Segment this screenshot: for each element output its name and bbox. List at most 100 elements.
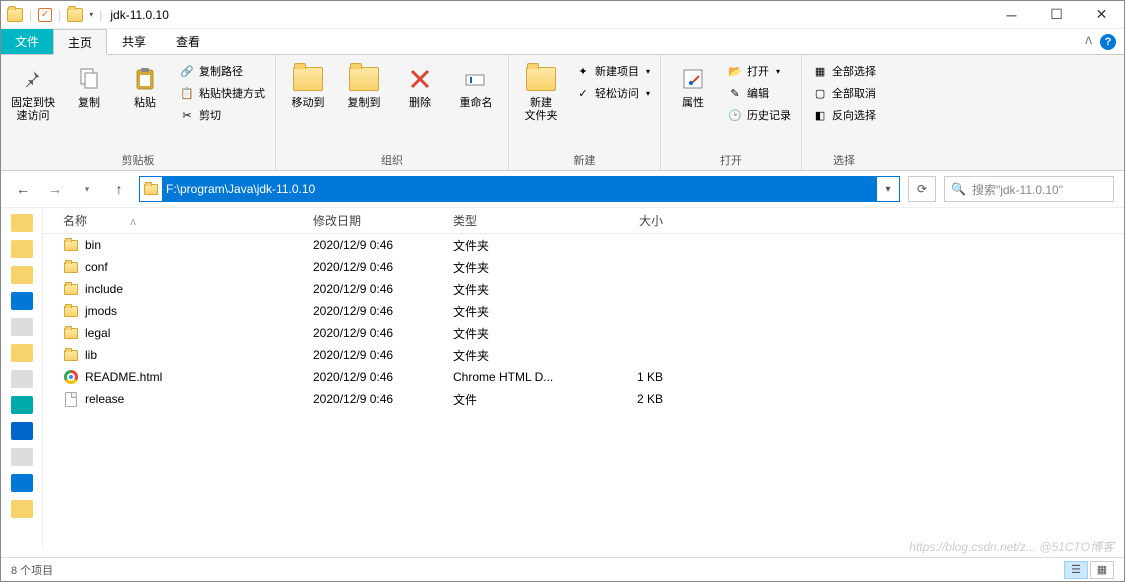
chrome-icon (64, 370, 78, 384)
selectall-label: 全部选择 (832, 63, 876, 79)
edit-icon: ✎ (727, 85, 743, 101)
file-type: 文件夹 (443, 281, 583, 298)
properties-button[interactable]: 属性 (667, 59, 719, 110)
copy-label: 复制 (78, 97, 100, 110)
file-type: Chrome HTML D... (443, 370, 583, 384)
details-view-button[interactable]: ☰ (1064, 561, 1088, 579)
quick-access-checked-icon[interactable]: ✓ (38, 8, 52, 22)
history-label: 历史记录 (747, 107, 791, 123)
file-row[interactable]: legal2020/12/9 0:46文件夹 (43, 322, 1124, 344)
file-name: README.html (85, 370, 162, 384)
paste-icon (129, 63, 161, 95)
group-clipboard-label: 剪贴板 (7, 150, 269, 168)
search-icon: 🔍 (951, 182, 966, 196)
moveto-button[interactable]: 移动到 (282, 59, 334, 110)
delete-label: 删除 (409, 97, 431, 110)
address-input[interactable] (162, 177, 877, 201)
tab-share[interactable]: 共享 (107, 29, 161, 54)
tab-view[interactable]: 查看 (161, 29, 215, 54)
cut-button[interactable]: ✂剪切 (175, 105, 269, 125)
file-row[interactable]: conf2020/12/9 0:46文件夹 (43, 256, 1124, 278)
copyto-button[interactable]: 复制到 (338, 59, 390, 110)
up-button[interactable]: ↑ (107, 177, 131, 201)
col-date[interactable]: 修改日期 (303, 212, 443, 229)
copyto-label: 复制到 (348, 97, 381, 110)
col-type[interactable]: 类型 (443, 212, 583, 229)
file-date: 2020/12/9 0:46 (303, 348, 443, 362)
file-row[interactable]: release2020/12/9 0:46文件2 KB (43, 388, 1124, 410)
folder-icon (64, 350, 78, 361)
shortcut-icon: 📋 (179, 85, 195, 101)
pasteshortcut-button[interactable]: 📋粘贴快捷方式 (175, 83, 269, 103)
file-row[interactable]: include2020/12/9 0:46文件夹 (43, 278, 1124, 300)
rename-button[interactable]: 重命名 (450, 59, 502, 110)
file-date: 2020/12/9 0:46 (303, 238, 443, 252)
window-title: jdk-11.0.10 (110, 8, 168, 22)
file-date: 2020/12/9 0:46 (303, 370, 443, 384)
tab-home[interactable]: 主页 (53, 29, 107, 55)
group-open-label: 打开 (667, 150, 795, 168)
forward-button[interactable]: → (43, 177, 67, 201)
file-list[interactable]: 名称 ᐱ 修改日期 类型 大小 bin2020/12/9 0:46文件夹conf… (43, 208, 1124, 547)
rename-label: 重命名 (460, 97, 493, 110)
delete-button[interactable]: 删除 (394, 59, 446, 110)
icons-view-button[interactable]: ▦ (1090, 561, 1114, 579)
selectnone-icon: ▢ (812, 85, 828, 101)
open-icon: 📂 (727, 63, 743, 79)
newfolder-button[interactable]: 新建 文件夹 (515, 59, 567, 123)
file-row[interactable]: README.html 2020/12/9 0:46Chrome HTML D..… (43, 366, 1124, 388)
ribbon-collapse-icon[interactable]: ᐱ (1085, 36, 1092, 47)
minimize-button[interactable]: ─ (989, 1, 1034, 29)
easyaccess-label: 轻松访问 (595, 85, 639, 101)
invert-label: 反向选择 (832, 107, 876, 123)
help-icon[interactable]: ? (1100, 34, 1116, 50)
sidebar-collapsed[interactable] (1, 208, 43, 547)
selectnone-button[interactable]: ▢全部取消 (808, 83, 880, 103)
file-type: 文件夹 (443, 237, 583, 254)
navbar: ← → ▾ ↑ ▾ ⟳ 🔍 搜索"jdk-11.0.10" (1, 171, 1124, 207)
newfolder-label: 新建 文件夹 (525, 97, 558, 123)
folder-icon[interactable] (67, 8, 83, 22)
copy-button[interactable]: 复制 (63, 59, 115, 110)
history-button[interactable]: 🕑历史记录 (723, 105, 795, 125)
paste-button[interactable]: 粘贴 (119, 59, 171, 110)
file-type: 文件夹 (443, 259, 583, 276)
address-bar[interactable]: ▾ (139, 176, 900, 202)
newitem-button[interactable]: ✦新建项目▾ (571, 61, 654, 81)
pin-button[interactable]: 固定到快 速访问 (7, 59, 59, 123)
file-menu[interactable]: 文件 (1, 29, 53, 54)
selectall-button[interactable]: ▦全部选择 (808, 61, 880, 81)
easyaccess-icon: ✓ (575, 85, 591, 101)
chevron-down-icon[interactable]: ▾ (89, 10, 93, 19)
col-name[interactable]: 名称 ᐱ (43, 212, 303, 229)
cut-label: 剪切 (199, 107, 221, 123)
group-select-label: 选择 (808, 150, 880, 168)
close-button[interactable]: ✕ (1079, 1, 1124, 29)
file-name: legal (85, 326, 110, 340)
invert-icon: ◧ (812, 107, 828, 123)
rename-icon (460, 63, 492, 95)
file-row[interactable]: lib2020/12/9 0:46文件夹 (43, 344, 1124, 366)
search-box[interactable]: 🔍 搜索"jdk-11.0.10" (944, 176, 1114, 202)
selectnone-label: 全部取消 (832, 85, 876, 101)
file-row[interactable]: bin2020/12/9 0:46文件夹 (43, 234, 1124, 256)
back-button[interactable]: ← (11, 177, 35, 201)
maximize-button[interactable]: ☐ (1034, 1, 1079, 29)
copy-icon (73, 63, 105, 95)
edit-button[interactable]: ✎编辑 (723, 83, 795, 103)
col-size[interactable]: 大小 (583, 212, 683, 229)
column-headers[interactable]: 名称 ᐱ 修改日期 类型 大小 (43, 208, 1124, 234)
address-dropdown-icon[interactable]: ▾ (877, 184, 899, 195)
newitem-label: 新建项目 (595, 63, 639, 79)
easyaccess-button[interactable]: ✓轻松访问▾ (571, 83, 654, 103)
recent-dropdown[interactable]: ▾ (75, 177, 99, 201)
search-placeholder: 搜索"jdk-11.0.10" (972, 181, 1063, 198)
group-new-label: 新建 (515, 150, 654, 168)
copypath-button[interactable]: 🔗复制路径 (175, 61, 269, 81)
refresh-button[interactable]: ⟳ (908, 176, 936, 202)
content-area: 名称 ᐱ 修改日期 类型 大小 bin2020/12/9 0:46文件夹conf… (1, 207, 1124, 547)
selectall-icon: ▦ (812, 63, 828, 79)
invert-button[interactable]: ◧反向选择 (808, 105, 880, 125)
open-button[interactable]: 📂打开▾ (723, 61, 795, 81)
file-row[interactable]: jmods2020/12/9 0:46文件夹 (43, 300, 1124, 322)
